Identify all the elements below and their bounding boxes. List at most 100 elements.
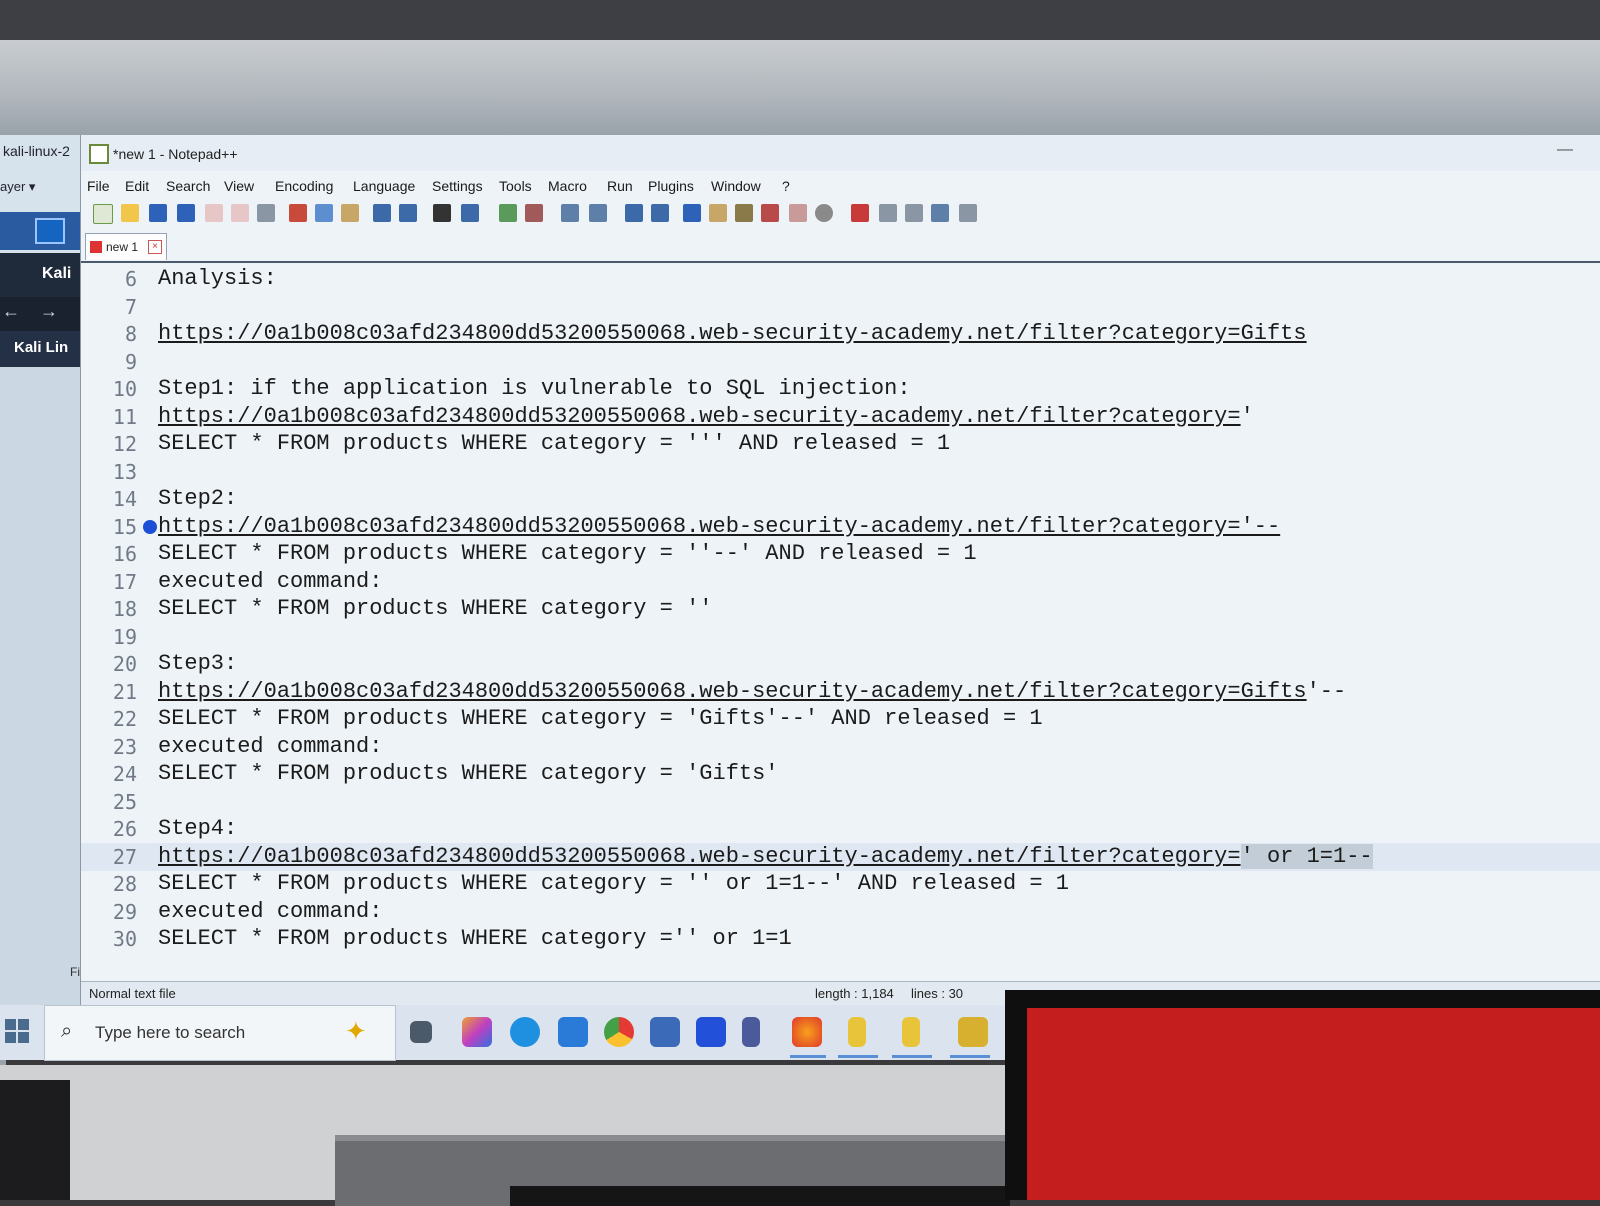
dropbox-icon[interactable]	[696, 1017, 726, 1047]
sync-horizontal-icon[interactable]	[589, 204, 607, 222]
menu-help[interactable]: ?	[782, 178, 790, 194]
menu-tools[interactable]: Tools	[499, 178, 532, 194]
line-number: 18	[112, 597, 137, 621]
editor-line[interactable]: 15 https://0a1b008c03afd234800dd532005500…	[81, 513, 1600, 541]
editor-line[interactable]: 10 Step1: if the application is vulnerabl…	[81, 375, 1600, 403]
editor-line[interactable]: 8 https://0a1b008c03afd234800dd5320055006…	[81, 320, 1600, 348]
chrome-icon[interactable]	[604, 1017, 634, 1047]
editor-line[interactable]: 11 https://0a1b008c03afd234800dd532005500…	[81, 403, 1600, 431]
edge-icon[interactable]	[510, 1017, 540, 1047]
find-icon[interactable]	[433, 204, 451, 222]
menu-file[interactable]: File	[87, 178, 110, 194]
menu-plugins[interactable]: Plugins	[648, 178, 694, 194]
replace-icon[interactable]	[461, 204, 479, 222]
forward-arrow-icon[interactable]: →	[40, 301, 58, 322]
editor-line[interactable]: 27 https://0a1b008c03afd234800dd532005500…	[81, 842, 1600, 871]
url-link[interactable]: https://0a1b008c03afd234800dd53200550068…	[158, 844, 1241, 869]
save-macro-icon[interactable]	[959, 204, 977, 222]
menu-run[interactable]: Run	[607, 178, 633, 194]
doc-map-icon[interactable]	[735, 204, 753, 222]
record-macro-icon[interactable]	[851, 204, 869, 222]
close-file-icon[interactable]	[205, 204, 223, 222]
menu-search[interactable]: Search	[166, 178, 210, 194]
tools-icon[interactable]	[958, 1017, 988, 1047]
editor-line[interactable]: 7	[81, 293, 1600, 321]
zoom-out-icon[interactable]	[525, 204, 543, 222]
notepad-second-icon[interactable]	[902, 1017, 920, 1047]
editor-line[interactable]: 28 SELECT * FROM products WHERE category …	[81, 870, 1600, 898]
monitoring-icon[interactable]	[815, 204, 833, 222]
vm-monitor-icon[interactable]	[35, 218, 65, 244]
vm-kali-linux-tab[interactable]: Kali Lin	[0, 331, 80, 367]
firefox-icon[interactable]	[792, 1017, 822, 1047]
tab-close-icon[interactable]: ×	[148, 240, 162, 254]
vscode-icon[interactable]	[742, 1017, 760, 1047]
editor-line[interactable]: 9	[81, 348, 1600, 376]
taskbar-search-box[interactable]: ⌕ Type here to search ✦	[44, 1005, 396, 1061]
menu-window[interactable]: Window	[711, 178, 761, 194]
menu-language[interactable]: Language	[353, 178, 415, 194]
editor-line[interactable]: 25	[81, 788, 1600, 816]
play-macro-icon[interactable]	[905, 204, 923, 222]
indent-guide-icon[interactable]	[683, 204, 701, 222]
save-all-icon[interactable]	[177, 204, 195, 222]
stop-macro-icon[interactable]	[879, 204, 897, 222]
copilot-icon[interactable]	[462, 1017, 492, 1047]
minimize-button[interactable]: —	[1557, 141, 1573, 159]
editor-line[interactable]: 29 executed command:	[81, 898, 1600, 926]
url-link[interactable]: https://0a1b008c03afd234800dd53200550068…	[158, 679, 1307, 704]
save-icon[interactable]	[149, 204, 167, 222]
sync-vertical-icon[interactable]	[561, 204, 579, 222]
menu-macro[interactable]: Macro	[548, 178, 587, 194]
editor-area[interactable]: 6 Analysis: 7 8 https://0a1b008c03afd234800d…	[81, 263, 1600, 983]
new-file-icon[interactable]	[93, 204, 113, 224]
editor-line[interactable]: 20 Step3:	[81, 650, 1600, 678]
folder-workspace-icon[interactable]	[789, 204, 807, 222]
menu-settings[interactable]: Settings	[432, 178, 483, 194]
mail-icon[interactable]	[558, 1017, 588, 1047]
editor-line[interactable]: 22 SELECT * FROM products WHERE category …	[81, 705, 1600, 733]
lang-icon[interactable]	[709, 204, 727, 222]
show-all-chars-icon[interactable]	[651, 204, 669, 222]
word-wrap-icon[interactable]	[625, 204, 643, 222]
redo-icon[interactable]	[399, 204, 417, 222]
store-icon[interactable]	[650, 1017, 680, 1047]
function-list-icon[interactable]	[761, 204, 779, 222]
editor-line[interactable]: 12 SELECT * FROM products WHERE category …	[81, 430, 1600, 458]
menu-view[interactable]: View	[224, 178, 254, 194]
bookmark-icon[interactable]	[143, 519, 157, 534]
print-icon[interactable]	[257, 204, 275, 222]
copy-icon[interactable]	[315, 204, 333, 222]
undo-icon[interactable]	[373, 204, 391, 222]
editor-line[interactable]: 17 executed command:	[81, 568, 1600, 596]
url-link[interactable]: https://0a1b008c03afd234800dd53200550068…	[158, 321, 1307, 346]
editor-line[interactable]: 19	[81, 623, 1600, 651]
task-view-icon[interactable]	[410, 1021, 432, 1043]
editor-line[interactable]: 30 SELECT * FROM products WHERE category …	[81, 925, 1600, 953]
run-macro-multiple-icon[interactable]	[931, 204, 949, 222]
editor-line[interactable]: 26 Step4:	[81, 815, 1600, 843]
editor-line[interactable]: 18 SELECT * FROM products WHERE category …	[81, 595, 1600, 623]
tab-new-1[interactable]: new 1 ×	[85, 233, 167, 260]
menu-edit[interactable]: Edit	[125, 178, 149, 194]
open-file-icon[interactable]	[121, 204, 139, 222]
back-arrow-icon[interactable]: ←	[2, 301, 20, 322]
editor-line[interactable]: 23 executed command:	[81, 733, 1600, 761]
editor-line[interactable]: 21 https://0a1b008c03afd234800dd532005500…	[81, 678, 1600, 706]
close-all-icon[interactable]	[231, 204, 249, 222]
windows-start-icon[interactable]	[5, 1019, 31, 1045]
red-screen-monitor	[1005, 990, 1600, 1200]
editor-line[interactable]: 24 SELECT * FROM products WHERE category …	[81, 760, 1600, 788]
url-link[interactable]: https://0a1b008c03afd234800dd53200550068…	[158, 404, 1241, 429]
vm-layer-menu[interactable]: ayer ▾	[0, 179, 35, 195]
zoom-in-icon[interactable]	[499, 204, 517, 222]
editor-line[interactable]: 13	[81, 458, 1600, 486]
url-link[interactable]: https://0a1b008c03afd234800dd53200550068…	[158, 514, 1280, 539]
editor-line[interactable]: 14 Step2:	[81, 485, 1600, 513]
editor-line[interactable]: 6 Analysis:	[81, 265, 1600, 293]
cut-icon[interactable]	[289, 204, 307, 222]
menu-encoding[interactable]: Encoding	[275, 178, 333, 194]
notepad-taskbar-icon[interactable]	[848, 1017, 866, 1047]
paste-icon[interactable]	[341, 204, 359, 222]
editor-line[interactable]: 16 SELECT * FROM products WHERE category …	[81, 540, 1600, 568]
